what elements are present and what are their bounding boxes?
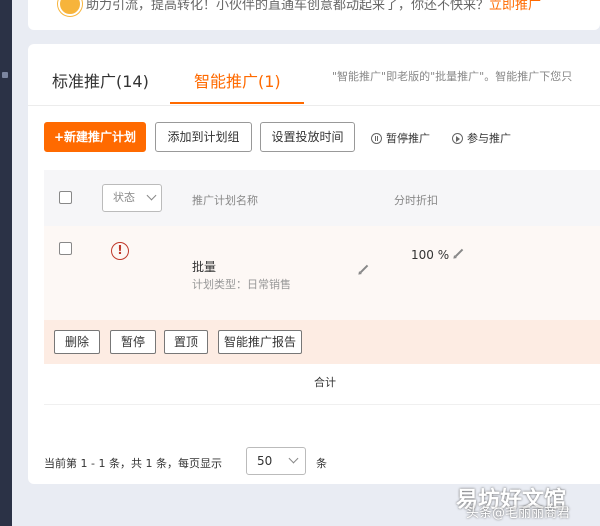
pin-top-button[interactable]: 置顶 — [164, 330, 208, 354]
pause-promotion-label: 暂停推广 — [386, 132, 430, 145]
plan-type: 计划类型：日常销售 — [192, 278, 291, 291]
smart-report-button[interactable]: 智能推广报告 — [218, 330, 302, 354]
table-row: ! 批量 计划类型：日常销售 100 % — [44, 226, 600, 320]
tip-link[interactable]: 立即推广 — [489, 0, 541, 13]
play-icon — [452, 132, 463, 144]
select-all-checkbox[interactable] — [59, 191, 72, 204]
row-checkbox[interactable] — [59, 242, 72, 255]
pause-icon — [371, 132, 382, 144]
total-label: 合计 — [314, 376, 336, 389]
table-bottom-divider — [44, 404, 600, 405]
chevron-down-icon — [288, 453, 299, 464]
join-promotion-button[interactable]: 参与推广 — [452, 130, 511, 146]
edit-discount-pencil-icon[interactable] — [454, 248, 464, 258]
pagination-unit: 条 — [316, 457, 327, 470]
app-left-rail — [0, 0, 12, 526]
tip-banner: 助力引流，提高转化！小伙伴的直通车创意都动起来了，你还不快来？立即推广 — [28, 0, 600, 30]
pause-button[interactable]: 暂停 — [110, 330, 156, 354]
table-header: 状态 推广计划名称 分时折扣 — [44, 170, 600, 226]
tab-smart-promotion[interactable]: 智能推广(1) — [194, 68, 281, 92]
edit-name-pencil-icon[interactable] — [359, 264, 369, 274]
new-plan-button[interactable]: +新建推广计划 — [44, 122, 146, 152]
discount-value: 100 % — [411, 248, 450, 262]
tabs-divider — [28, 105, 600, 106]
pagination-summary: 当前第 1 - 1 条，共 1 条，每页显示 — [44, 457, 222, 470]
batch-action-bar: 删除 暂停 置顶 智能推广报告 — [44, 320, 600, 364]
plan-name[interactable]: 批量 — [192, 258, 216, 275]
pause-promotion-button[interactable]: 暂停推广 — [371, 130, 430, 146]
status-filter-label: 状态 — [113, 191, 135, 204]
tip-message: 助力引流，提高转化！小伙伴的直通车创意都动起来了，你还不快来？ — [86, 0, 490, 13]
tab-description: "智能推广"即老版的"批量推广"。智能推广下您只 — [332, 70, 573, 83]
join-promotion-label: 参与推广 — [467, 132, 511, 145]
page-size-select[interactable]: 50 — [246, 447, 306, 475]
delete-button[interactable]: 删除 — [54, 330, 100, 354]
column-header-discount: 分时折扣 — [394, 194, 438, 207]
watermark-credit: 头条@毛丽丽商君 — [466, 506, 571, 521]
rail-marker-icon — [2, 72, 8, 78]
column-header-plan-name: 推广计划名称 — [192, 194, 258, 207]
tip-text: 助力引流，提高转化！小伙伴的直通车创意都动起来了，你还不快来？立即推广 — [86, 0, 541, 13]
set-schedule-button[interactable]: 设置投放时间 — [260, 122, 355, 152]
page-size-value: 50 — [257, 454, 273, 468]
status-filter-select[interactable]: 状态 — [102, 184, 162, 212]
tab-standard-promotion[interactable]: 标准推广(14) — [52, 68, 149, 92]
plan-management-card: 标准推广(14) 智能推广(1) "智能推广"即老版的"批量推广"。智能推广下您… — [28, 44, 600, 484]
add-to-group-button[interactable]: 添加到计划组 — [155, 122, 252, 152]
tab-bar: 标准推广(14) 智能推广(1) "智能推广"即老版的"批量推广"。智能推广下您… — [28, 44, 600, 106]
bulb-icon — [58, 0, 82, 16]
active-tab-indicator — [170, 102, 304, 104]
warning-icon: ! — [111, 242, 129, 260]
chevron-down-icon — [146, 190, 157, 201]
